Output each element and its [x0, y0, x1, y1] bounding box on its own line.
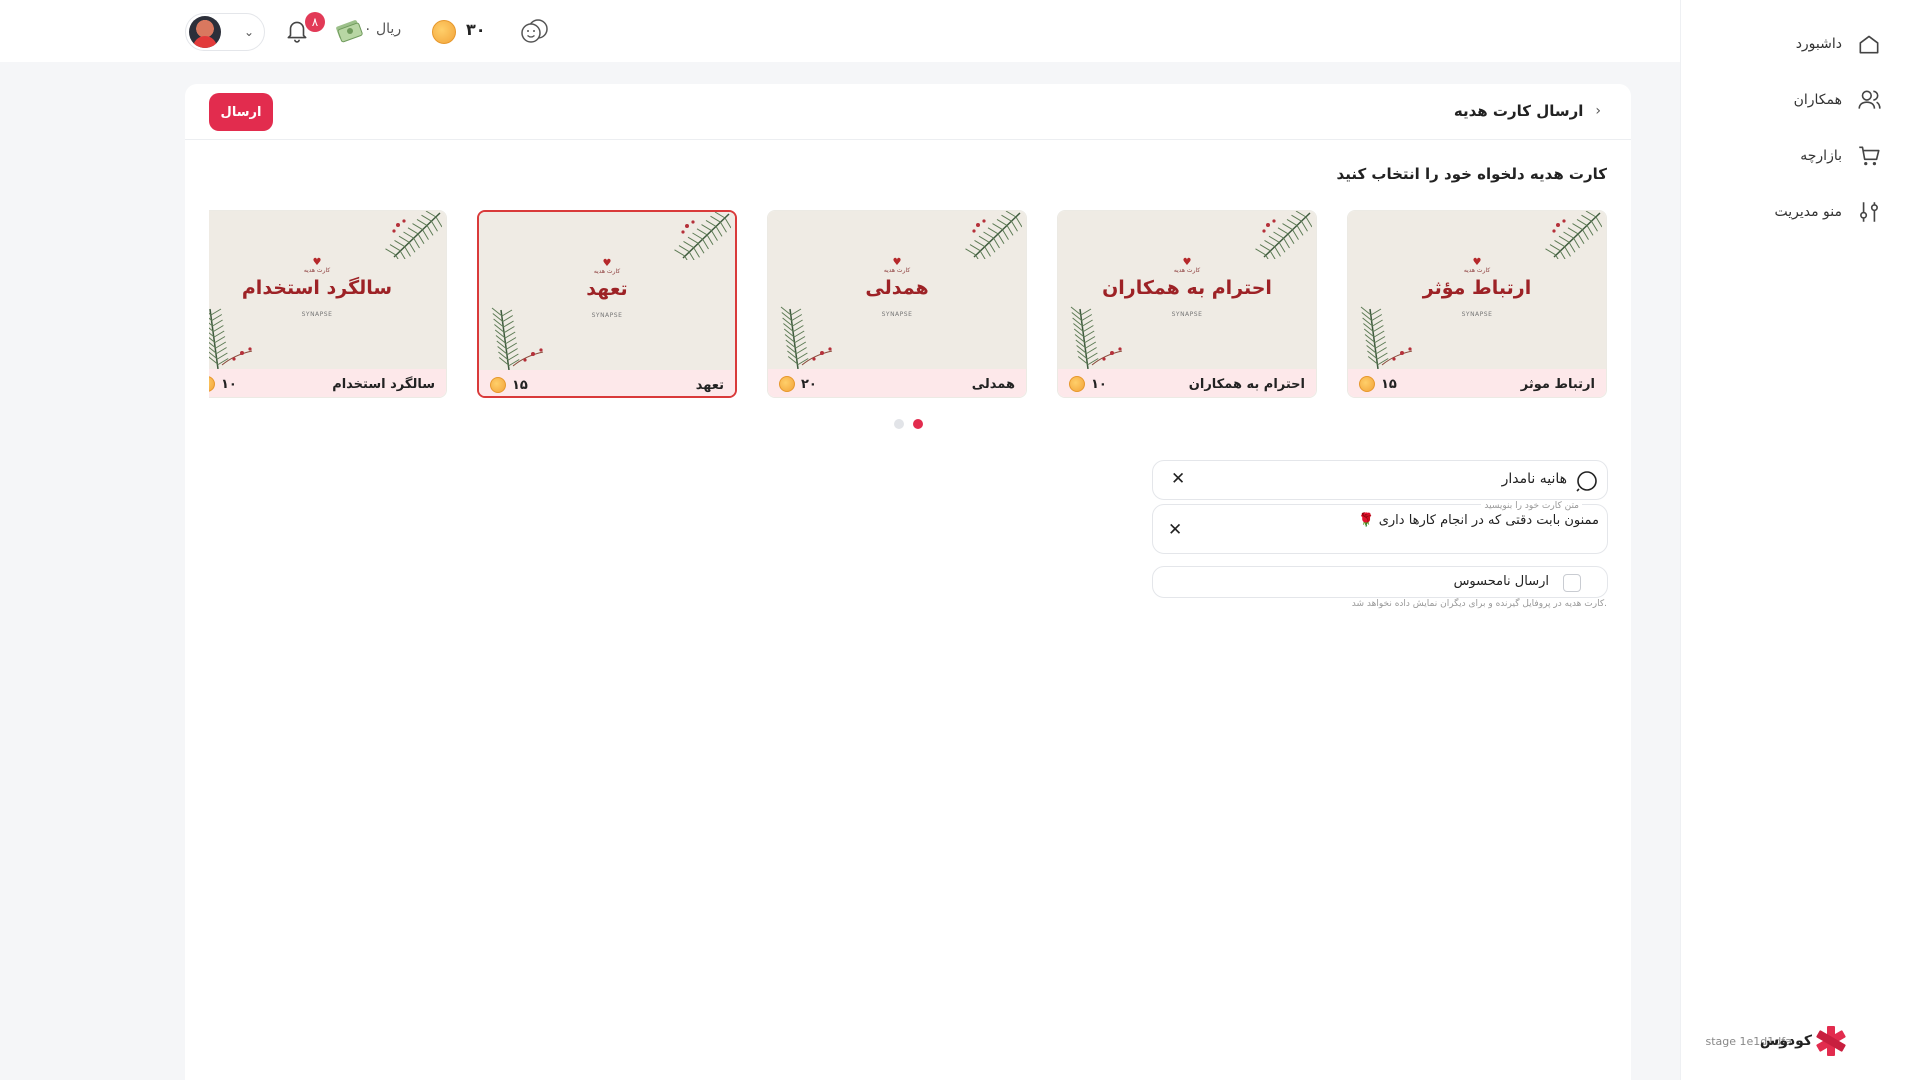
page-header: ارسال › ارسال کارت هدیه: [185, 84, 1631, 140]
gift-card-brand: SYNAPSE: [881, 311, 913, 318]
sidebar: داشبورد همکاران بازارچه منو مدیریت کودوس…: [1680, 0, 1920, 1080]
users-icon: [1858, 90, 1881, 109]
gift-card-carousel[interactable]: ♥ کارت هدیه ارتباط مؤثر SYNAPSE ارتباط موثر ۱…: [209, 206, 1607, 400]
gift-card-cost: ۱۰: [1069, 376, 1107, 392]
brand-name: کودوس: [1759, 1033, 1812, 1049]
message-label: متن کارت خود را بنویسید: [1481, 501, 1582, 511]
coin-icon: [1359, 376, 1375, 392]
send-button[interactable]: ارسال: [209, 93, 273, 131]
gift-card-footer: همدلی ۲۰: [768, 369, 1026, 397]
gift-card-small-title: کارت هدیه: [593, 268, 621, 275]
page-title: ارسال کارت هدیه: [1453, 102, 1584, 120]
sidebar-item-admin-menu[interactable]: منو مدیریت: [1774, 199, 1882, 225]
coin-balance: ۳۰: [466, 20, 486, 39]
gift-card-small-title: کارت هدیه: [1173, 267, 1201, 274]
gift-card-footer: ارتباط موثر ۱۵: [1348, 369, 1606, 397]
gift-card-cost-value: ۱۵: [512, 377, 528, 393]
gift-card-name: ارتباط موثر: [1520, 376, 1595, 392]
brand-logo-icon: [1816, 1026, 1846, 1056]
clear-recipient-icon[interactable]: ✕: [1171, 471, 1185, 488]
gift-card[interactable]: ♥ کارت هدیه همدلی SYNAPSE همدلی ۲۰: [767, 210, 1027, 398]
clear-message-icon[interactable]: ✕: [1168, 522, 1182, 539]
sidebar-item-bazaar[interactable]: بازارچه: [1800, 143, 1882, 169]
gift-card-name: تعهد: [695, 377, 724, 393]
gift-card-cost-value: ۱۵: [1381, 376, 1397, 392]
gift-card-image: ♥ کارت هدیه احترام به همکاران SYNAPSE: [1058, 211, 1316, 369]
gift-card-title: سالگرد استخدام: [241, 277, 393, 299]
sidebar-item-label: داشبورد: [1795, 36, 1842, 52]
feedback-smiley-icon[interactable]: [518, 17, 552, 45]
section-title: کارت هدیه دلخواه خود را انتخاب کنید: [1336, 165, 1607, 183]
gift-card-name: سالگرد استخدام: [332, 376, 435, 392]
anonymous-label: ارسال نامحسوس: [1453, 574, 1549, 589]
gift-card[interactable]: ♥ کارت هدیه احترام به همکاران SYNAPSE احترام…: [1057, 210, 1317, 398]
coin-icon: [490, 377, 506, 393]
recipient-search-field[interactable]: هانیه نامدار ✕: [1152, 460, 1608, 500]
sidebar-item-label: منو مدیریت: [1774, 204, 1842, 220]
gift-card-name: احترام به همکاران: [1188, 376, 1305, 392]
gift-card[interactable]: ♥ کارت هدیه تعهد SYNAPSE تعهد ۱۵: [477, 210, 737, 398]
gift-card-small-title: کارت هدیه: [1463, 267, 1491, 274]
gift-card-name: همدلی: [971, 376, 1015, 392]
gift-card-brand: SYNAPSE: [1171, 311, 1203, 318]
gift-card-cost-value: ۱۰: [221, 376, 237, 392]
anonymous-help-text: کارت هدیه در پروفایل گیرنده و برای دیگرا…: [1351, 599, 1607, 609]
gift-card-cost: ۱۰: [209, 376, 237, 392]
home-icon: [1859, 35, 1879, 54]
sidebar-item-label: همکاران: [1793, 92, 1842, 108]
coin-icon: [209, 376, 215, 392]
gift-card[interactable]: ♥ کارت هدیه سالگرد استخدام SYNAPSE سالگرد اس…: [209, 210, 447, 398]
chevron-right-icon[interactable]: ›: [1595, 103, 1601, 119]
rial-balance: ۰ ریال: [364, 21, 402, 37]
message-textarea[interactable]: متن کارت خود را بنویسید ممنون بابت دقتی …: [1152, 501, 1608, 554]
gift-card-title: ارتباط مؤثر: [1422, 277, 1532, 299]
coin-icon: [779, 376, 795, 392]
gift-card-footer: تعهد ۱۵: [479, 370, 735, 396]
message-value: ممنون بابت دقتی که در انجام کارها داری 🌹: [1358, 513, 1599, 528]
search-icon: [1576, 471, 1597, 492]
gift-card-title: همدلی: [865, 277, 929, 299]
gift-card-image: ♥ کارت هدیه سالگرد استخدام SYNAPSE: [209, 211, 446, 369]
recipient-value: هانیه نامدار: [1501, 471, 1567, 487]
gift-card-image: ♥ کارت هدیه تعهد SYNAPSE: [479, 212, 735, 370]
sidebar-item-colleagues[interactable]: همکاران: [1794, 87, 1882, 113]
cart-icon: [1859, 146, 1880, 166]
gift-card-cost: ۱۵: [490, 377, 528, 393]
coin-icon: [1069, 376, 1085, 392]
carousel-pagination: [894, 419, 923, 429]
user-menu[interactable]: ⌄: [185, 13, 265, 51]
gift-card-image: ♥ کارت هدیه همدلی SYNAPSE: [768, 211, 1026, 369]
sidebar-item-label: بازارچه: [1800, 148, 1842, 164]
settings-sliders-icon: [1860, 202, 1878, 222]
gift-card-brand: SYNAPSE: [591, 312, 623, 319]
brand: کودوس stage 1e1d1dfa: [1706, 1024, 1849, 1058]
top-bar: ⌄ ۸ ۰ ریال ۳۰: [0, 0, 1680, 62]
carousel-dot-active[interactable]: [913, 419, 923, 429]
coin-icon: [432, 20, 456, 44]
anonymous-send-option: ارسال نامحسوس: [1152, 566, 1608, 598]
avatar: [189, 16, 221, 48]
gift-card-title: احترام به همکاران: [1102, 277, 1272, 299]
main-panel: ارسال › ارسال کارت هدیه کارت هدیه دلخواه…: [185, 84, 1631, 1080]
sidebar-item-dashboard[interactable]: داشبورد: [1796, 31, 1882, 57]
gift-card-small-title: کارت هدیه: [883, 267, 911, 274]
gift-card-brand: SYNAPSE: [1461, 311, 1493, 318]
gift-card-cost-value: ۱۰: [1091, 376, 1107, 392]
gift-card-small-title: کارت هدیه: [303, 267, 331, 274]
anonymous-checkbox[interactable]: [1563, 574, 1581, 592]
gift-card-footer: احترام به همکاران ۱۰: [1058, 369, 1316, 397]
gift-card-cost: ۲۰: [779, 376, 817, 392]
gift-card-cost-value: ۲۰: [801, 376, 817, 392]
gift-card[interactable]: ♥ کارت هدیه ارتباط مؤثر SYNAPSE ارتباط موثر ۱…: [1347, 210, 1607, 398]
chevron-down-icon: ⌄: [243, 25, 254, 39]
gift-card-image: ♥ کارت هدیه ارتباط مؤثر SYNAPSE: [1348, 211, 1606, 369]
gift-card-brand: SYNAPSE: [301, 311, 333, 318]
money-icon: [336, 20, 363, 43]
gift-card-footer: سالگرد استخدام ۱۰: [209, 369, 446, 397]
gift-card-title: تعهد: [586, 278, 628, 300]
carousel-dot[interactable]: [894, 419, 904, 429]
gift-card-cost: ۱۵: [1359, 376, 1397, 392]
notification-badge: ۸: [305, 12, 325, 32]
breadcrumb: › ارسال کارت هدیه: [1454, 102, 1601, 120]
